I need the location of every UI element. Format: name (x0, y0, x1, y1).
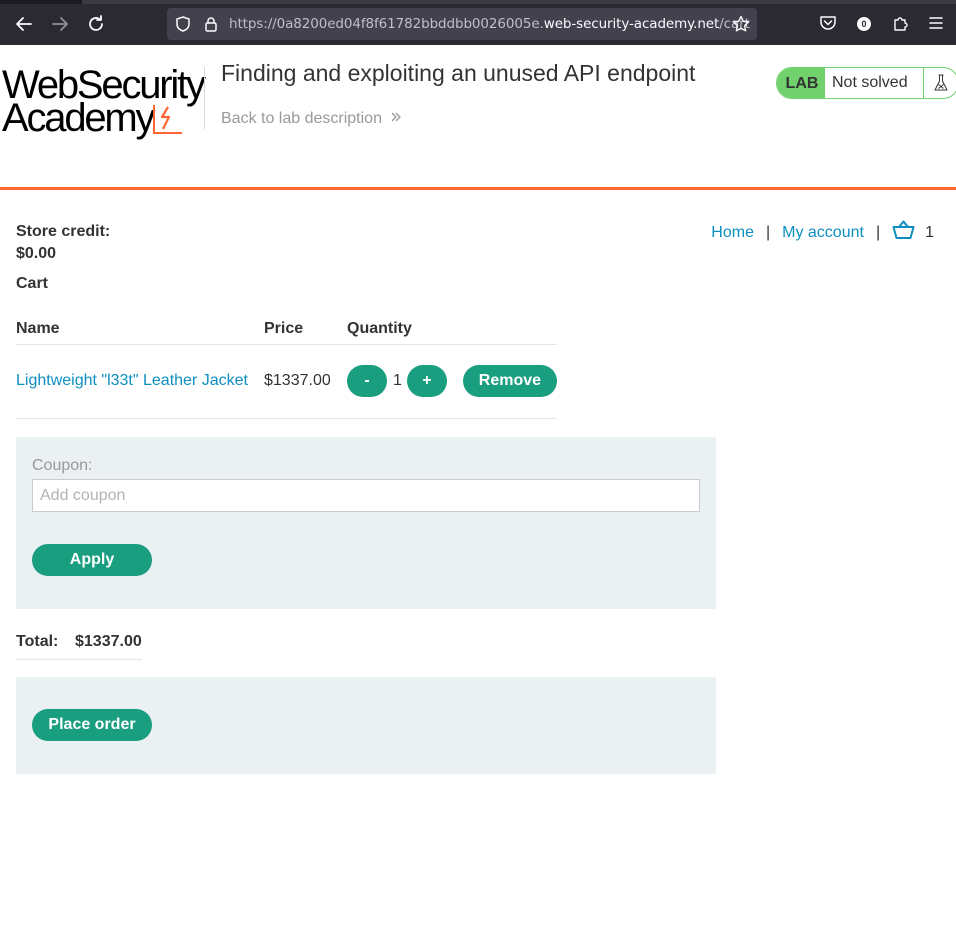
url-prefix: https://0a8200ed04f8f61782bbddbb0026005e… (229, 16, 544, 32)
store-credit-label: Store credit: (16, 223, 111, 240)
back-arrow-icon[interactable] (12, 12, 36, 36)
pocket-icon[interactable] (817, 12, 839, 34)
lab-header: WebSecurity Academy Finding and exploiti… (0, 45, 956, 190)
quantity-stepper: - 1 + Remove (347, 365, 557, 397)
cart-basket-icon[interactable] (892, 220, 915, 245)
lab-tag: LAB (777, 68, 825, 98)
column-header-name: Name (16, 313, 264, 345)
coupon-label: Coupon: (32, 457, 93, 474)
nav-separator: | (875, 223, 881, 241)
cart-total: Total: $1337.00 (16, 633, 142, 660)
shield-icon[interactable] (173, 14, 193, 34)
logo-line2: Academy (2, 96, 156, 140)
checkout-form: Place order (16, 677, 716, 774)
coupon-input[interactable] (32, 479, 700, 512)
product-price: $1337.00 (264, 344, 347, 419)
quantity-value: 1 (393, 372, 402, 389)
back-to-lab-description-link[interactable]: Back to lab description (221, 110, 402, 128)
lab-title: Finding and exploiting an unused API end… (221, 60, 696, 86)
tab-strip (0, 0, 956, 4)
nav-separator: | (765, 223, 771, 241)
reload-icon[interactable] (84, 12, 108, 36)
lab-status-widget: LAB Not solved (776, 67, 956, 99)
total-value: $1337.00 (75, 633, 142, 650)
flask-icon (924, 68, 956, 98)
store-credit-value: $0.00 (16, 245, 57, 262)
extensions-puzzle-icon[interactable] (890, 12, 912, 34)
cart-heading: Cart (16, 275, 49, 292)
logo-divider (204, 67, 205, 129)
table-row: Lightweight "l33t" Leather Jacket $1337.… (16, 344, 557, 419)
url-host: web-security-academy.net (543, 16, 720, 32)
column-header-quantity: Quantity (347, 313, 557, 345)
hamburger-menu-icon[interactable] (925, 12, 947, 34)
url-text[interactable]: https://0a8200ed04f8f61782bbddbb0026005e… (229, 16, 750, 32)
bookmark-star-icon[interactable] (731, 14, 751, 34)
cart-table: Name Price Quantity Lightweight "l33t" L… (16, 313, 557, 419)
cart-table-header: Name Price Quantity (16, 313, 557, 345)
apply-coupon-button[interactable]: Apply (32, 544, 152, 576)
remove-item-button[interactable]: Remove (462, 365, 557, 397)
nav-home-link[interactable]: Home (711, 224, 754, 242)
address-bar[interactable]: https://0a8200ed04f8f61782bbddbb0026005e… (167, 8, 757, 40)
lock-icon[interactable] (201, 14, 221, 34)
product-link[interactable]: Lightweight "l33t" Leather Jacket (16, 372, 248, 389)
cart-count[interactable]: 1 (925, 224, 934, 242)
extension-badge[interactable]: 0 (857, 17, 871, 31)
forward-arrow-icon[interactable] (48, 12, 72, 36)
nav-my-account-link[interactable]: My account (782, 224, 864, 242)
logo-lightning-icon (153, 105, 182, 134)
coupon-form: Coupon: Apply (16, 437, 716, 609)
place-order-button[interactable]: Place order (32, 709, 152, 741)
store-credit: Store credit: $0.00 (16, 221, 110, 265)
top-navigation: Home | My account | 1 (711, 220, 934, 245)
decrease-quantity-button[interactable]: - (347, 365, 387, 397)
back-link-label: Back to lab description (221, 110, 382, 127)
lab-status-text: Not solved (825, 68, 924, 98)
increase-quantity-button[interactable]: + (406, 365, 447, 397)
browser-toolbar: https://0a8200ed04f8f61782bbddbb0026005e… (0, 0, 956, 45)
double-chevron-right-icon (390, 111, 402, 127)
active-tab-indicator (82, 0, 956, 4)
web-security-academy-logo[interactable]: WebSecurity Academy (2, 65, 206, 140)
total-label: Total: (16, 633, 59, 650)
column-header-price: Price (264, 313, 347, 345)
